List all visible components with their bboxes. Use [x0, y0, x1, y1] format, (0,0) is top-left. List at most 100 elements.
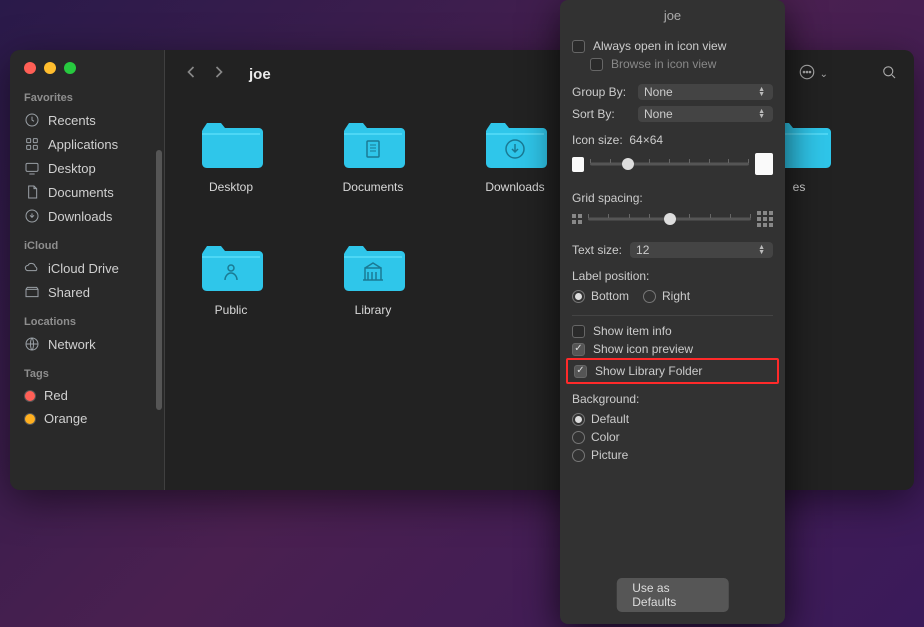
sidebar-section-tags: Tags — [10, 364, 164, 384]
background-label: Background: — [572, 384, 773, 410]
forward-button[interactable] — [209, 62, 229, 87]
radio-bg-default[interactable]: Default — [572, 410, 773, 428]
grid-tight-icon — [572, 214, 582, 224]
sidebar-item-downloads[interactable]: Downloads — [10, 204, 164, 228]
shared-icon — [24, 284, 40, 300]
window-title: joe — [249, 66, 271, 83]
text-size-label: Text size: — [572, 243, 622, 257]
folder-label: es — [793, 180, 806, 194]
checkbox-icon — [572, 325, 585, 338]
maximize-button[interactable] — [64, 62, 76, 74]
folder-library[interactable]: Library — [337, 240, 409, 317]
sort-by-select[interactable]: None ▲▼ — [638, 106, 773, 122]
checkbox-icon — [574, 365, 587, 378]
checkbox-always-open-icon[interactable]: Always open in icon view — [572, 37, 773, 55]
group-by-select[interactable]: None ▲▼ — [638, 84, 773, 100]
checkbox-label: Browse in icon view — [611, 57, 716, 71]
use-as-defaults-button[interactable]: Use as Defaults — [616, 578, 729, 612]
sidebar-item-shared[interactable]: Shared — [10, 280, 164, 304]
apps-icon — [24, 136, 40, 152]
sidebar-item-label: Desktop — [48, 161, 96, 176]
chevron-updown-icon: ▲▼ — [758, 87, 765, 97]
radio-label: Color — [591, 430, 620, 444]
radio-label: Default — [591, 412, 629, 426]
close-button[interactable] — [24, 62, 36, 74]
sidebar-item-icloud-drive[interactable]: iCloud Drive — [10, 256, 164, 280]
folder-icon — [199, 117, 263, 174]
folder-label: Documents — [343, 180, 404, 194]
sidebar-section-favorites: Favorites — [10, 88, 164, 108]
checkbox-icon — [572, 40, 585, 53]
document-icon — [24, 184, 40, 200]
search-icon[interactable] — [880, 63, 898, 86]
clock-icon — [24, 112, 40, 128]
folder-documents[interactable]: Documents — [337, 117, 409, 194]
folder-icon — [199, 240, 263, 297]
highlight-annotation: Show Library Folder — [566, 358, 779, 384]
back-button[interactable] — [181, 62, 201, 87]
more-options-icon[interactable] — [798, 63, 816, 86]
icon-size-slider[interactable] — [590, 157, 749, 171]
folder-label: Desktop — [209, 180, 253, 194]
text-size-select[interactable]: 12 ▲▼ — [630, 242, 773, 258]
checkbox-label: Always open in icon view — [593, 39, 726, 53]
folder-label: Downloads — [485, 180, 544, 194]
icon-size-value: 64×64 — [629, 133, 663, 147]
checkbox-show-icon-preview[interactable]: Show icon preview — [572, 340, 773, 358]
radio-label: Picture — [591, 448, 628, 462]
toolbar: joe ⌄ — [165, 50, 914, 99]
large-page-icon — [755, 153, 773, 175]
icloud-icon — [24, 260, 40, 276]
label-position-label: Label position: — [572, 261, 773, 283]
grid-spacing-label: Grid spacing: — [572, 183, 773, 209]
desktop-icon — [24, 160, 40, 176]
sidebar-item-label: Network — [48, 337, 96, 352]
select-value: None — [644, 107, 673, 121]
select-value: 12 — [636, 243, 649, 257]
folder-grid: Desktop Documents Downloads Mo es Public — [165, 99, 914, 335]
grid-spacing-slider[interactable] — [588, 212, 751, 226]
sidebar-section-locations: Locations — [10, 312, 164, 332]
radio-label-bottom[interactable]: Bottom — [572, 287, 629, 305]
download-icon — [24, 208, 40, 224]
folder-desktop[interactable]: Desktop — [195, 117, 267, 194]
folder-label: Library — [355, 303, 392, 317]
sidebar-tag-red[interactable]: Red — [10, 384, 164, 407]
folder-public[interactable]: Public — [195, 240, 267, 317]
sidebar-item-recents[interactable]: Recents — [10, 108, 164, 132]
radio-label-right[interactable]: Right — [643, 287, 690, 305]
folder-downloads[interactable]: Downloads — [479, 117, 551, 194]
view-options-panel: joe Always open in icon view Browse in i… — [560, 0, 785, 624]
group-by-label: Group By: — [572, 85, 630, 99]
checkbox-icon — [590, 58, 603, 71]
radio-icon — [572, 290, 585, 303]
checkbox-label: Show Library Folder — [595, 364, 702, 378]
sidebar-item-network[interactable]: Network — [10, 332, 164, 356]
sidebar-section-icloud: iCloud — [10, 236, 164, 256]
radio-bg-color[interactable]: Color — [572, 428, 773, 446]
minimize-button[interactable] — [44, 62, 56, 74]
sidebar-item-documents[interactable]: Documents — [10, 180, 164, 204]
sidebar-item-applications[interactable]: Applications — [10, 132, 164, 156]
checkbox-show-item-info[interactable]: Show item info — [572, 322, 773, 340]
folder-icon — [341, 117, 405, 174]
sidebar-tag-orange[interactable]: Orange — [10, 407, 164, 430]
window-controls — [10, 62, 164, 88]
sidebar-item-desktop[interactable]: Desktop — [10, 156, 164, 180]
checkbox-icon — [572, 343, 585, 356]
checkbox-show-library-folder[interactable]: Show Library Folder — [574, 362, 771, 380]
checkbox-label: Show item info — [593, 324, 672, 338]
icon-size-label: Icon size: — [572, 133, 623, 147]
radio-bg-picture[interactable]: Picture — [572, 446, 773, 464]
sidebar-item-label: Documents — [48, 185, 114, 200]
sidebar-scrollbar[interactable] — [156, 150, 162, 410]
panel-title: joe — [560, 0, 785, 31]
radio-icon — [572, 431, 585, 444]
sidebar-item-label: Shared — [48, 285, 90, 300]
sidebar-item-label: Applications — [48, 137, 118, 152]
globe-icon — [24, 336, 40, 352]
radio-icon — [572, 413, 585, 426]
chevron-updown-icon: ▲▼ — [758, 245, 765, 255]
sidebar-item-label: iCloud Drive — [48, 261, 119, 276]
sidebar: Favorites Recents Applications Desktop D… — [10, 50, 165, 490]
